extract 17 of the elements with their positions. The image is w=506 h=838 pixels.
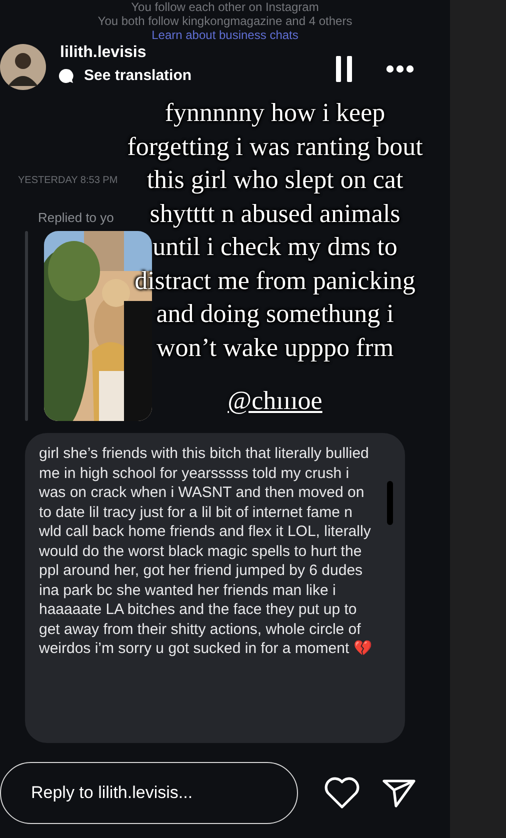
username[interactable]: lilith.levisis	[60, 44, 192, 62]
scribble-mark	[387, 481, 393, 525]
business-chats-link[interactable]: Learn about business chats	[152, 28, 298, 42]
replied-label: Replied to yo	[38, 210, 114, 225]
reply-field[interactable]: Reply to lilith.levisis...	[0, 762, 298, 824]
info-text: You both follow kingkongmagazine and 4 others	[98, 14, 352, 28]
info-text: You follow each other on Instagram	[131, 0, 319, 14]
more-icon[interactable]	[386, 65, 414, 73]
heart-icon[interactable]	[324, 777, 360, 809]
timestamp: YESTERDAY 8:53 PM	[18, 175, 118, 186]
send-icon[interactable]	[382, 778, 416, 808]
message-text: girl she’s friends with this bitch that literally bullied me in high school for yearsssss told my crush i was on crack when i WASNT and then moved on to date lil tracy just for a lil bit of internet fame n wld call back home friends and flex it LOL, literally would do the worst black magic spells to hurt the ppl around her, got her friend jumped by 6 dudes ina park bc she wanted her friends man like i haaaaate LA bitches and the face they put up to get away from their shitty actions, whole circle of weirdos i’m sorry u got sucked in for a moment 💔	[39, 444, 374, 658]
see-translation-link[interactable]: See translation	[84, 67, 192, 84]
avatar-icon	[0, 44, 46, 90]
mention-link[interactable]: @chıııoe	[228, 386, 322, 416]
speech-bubble-icon	[58, 68, 74, 84]
pause-icon[interactable]	[336, 56, 352, 82]
